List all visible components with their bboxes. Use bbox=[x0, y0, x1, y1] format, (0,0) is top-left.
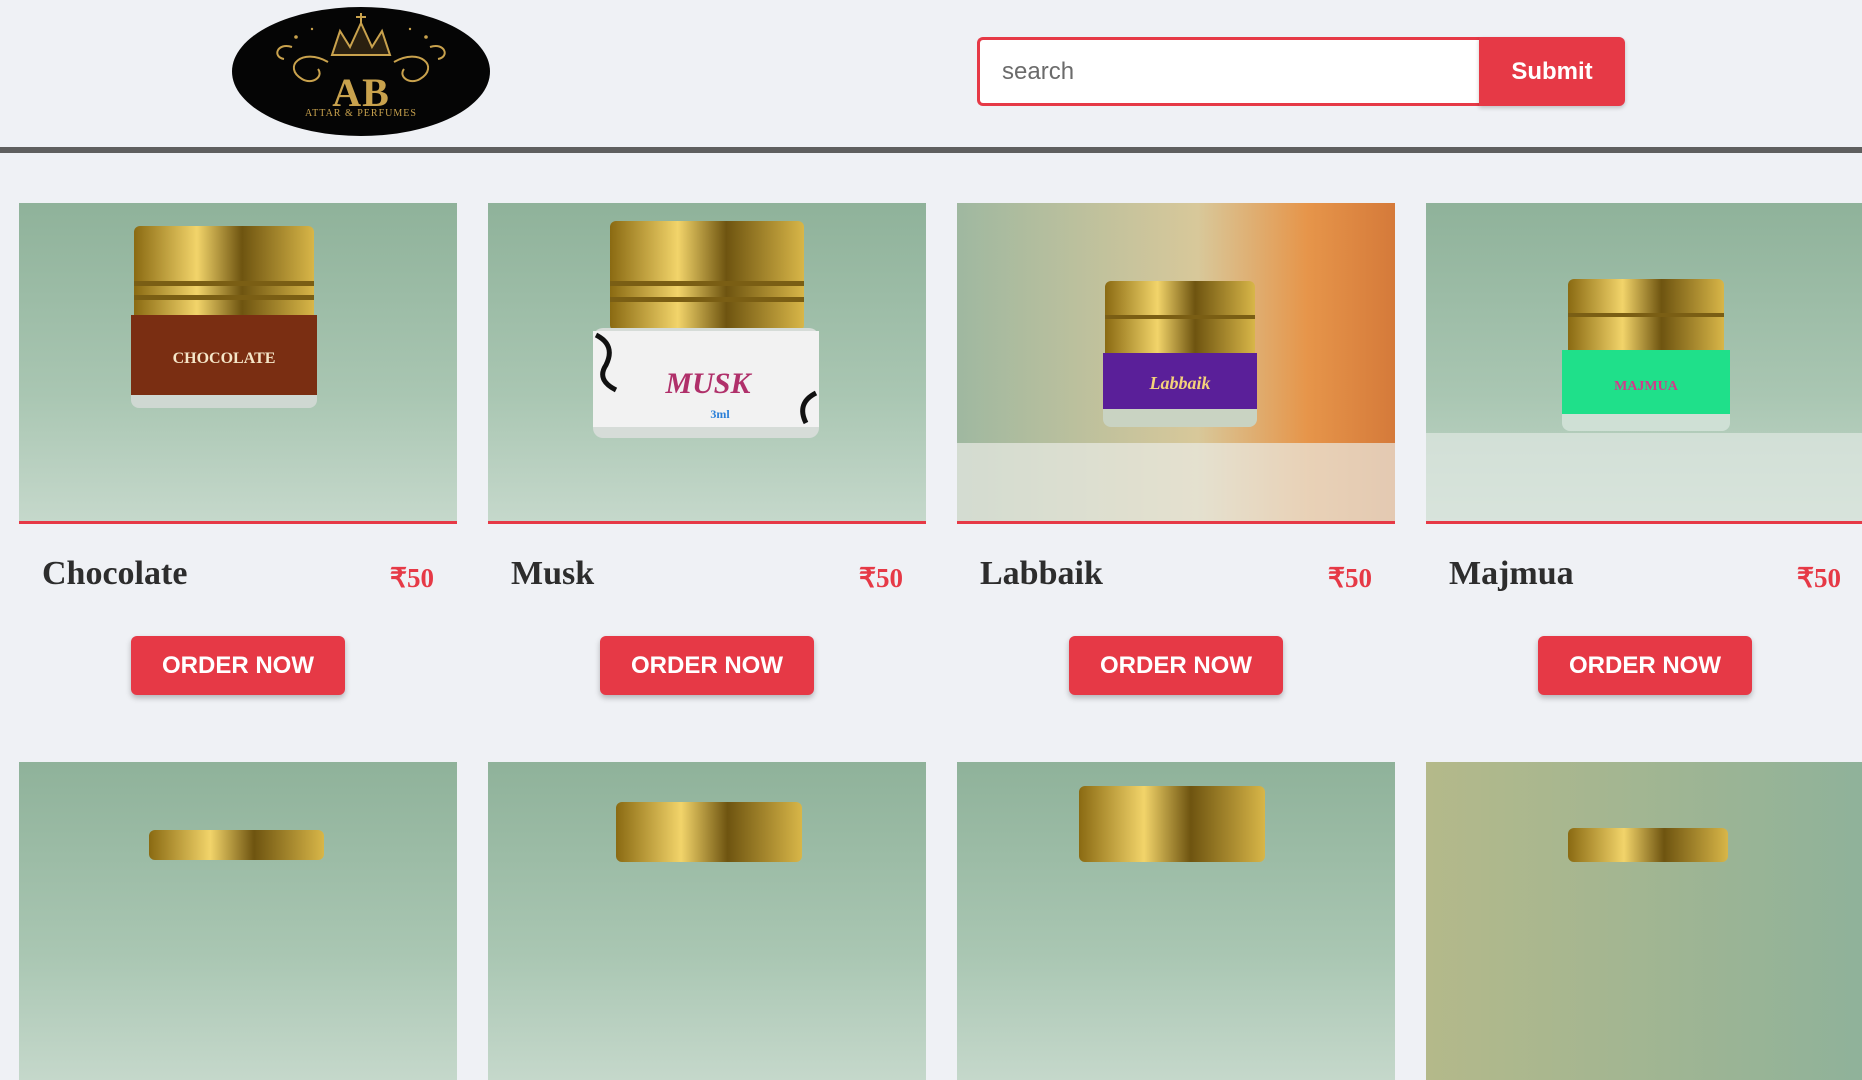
perfume-bottle-icon: MAJMUA bbox=[1426, 203, 1862, 521]
order-now-button[interactable]: ORDER NOW bbox=[1069, 636, 1283, 695]
svg-text:Labbaik: Labbaik bbox=[1149, 373, 1211, 393]
order-now-button[interactable]: ORDER NOW bbox=[1538, 636, 1752, 695]
product-card-row2-3 bbox=[957, 762, 1395, 1080]
perfume-bottle-icon bbox=[488, 762, 926, 1080]
brand-logo[interactable]: AB ATTAR & PERFUMES bbox=[232, 7, 490, 136]
perfume-bottle-icon: Labbaik bbox=[957, 203, 1395, 521]
search-input[interactable] bbox=[977, 37, 1479, 106]
product-image[interactable] bbox=[488, 762, 926, 1080]
svg-text:MAJMUA: MAJMUA bbox=[1614, 379, 1679, 394]
perfume-bottle-icon bbox=[957, 762, 1395, 1080]
product-image[interactable]: MUSK 3ml bbox=[488, 203, 926, 524]
svg-text:3ml: 3ml bbox=[710, 407, 730, 421]
perfume-bottle-icon bbox=[1426, 762, 1862, 1080]
product-price: ₹50 bbox=[389, 563, 434, 593]
product-image[interactable]: Labbaik bbox=[957, 203, 1395, 524]
product-image[interactable] bbox=[1426, 762, 1862, 1080]
product-image[interactable]: MAJMUA bbox=[1426, 203, 1862, 524]
order-now-button[interactable]: ORDER NOW bbox=[600, 636, 814, 695]
header-divider bbox=[0, 147, 1862, 153]
site-header: AB ATTAR & PERFUMES Submit bbox=[0, 0, 1862, 148]
product-card-row2-2 bbox=[488, 762, 926, 1080]
svg-text:MUSK: MUSK bbox=[664, 367, 752, 400]
product-price: ₹50 bbox=[858, 563, 903, 593]
submit-button[interactable]: Submit bbox=[1479, 37, 1625, 106]
product-name: Chocolate bbox=[42, 555, 188, 592]
product-name: Musk bbox=[511, 555, 595, 592]
svg-text:CHOCOLATE: CHOCOLATE bbox=[173, 350, 276, 367]
perfume-bottle-icon: MUSK 3ml bbox=[488, 203, 926, 521]
product-card-row2-1 bbox=[19, 762, 457, 1080]
product-image[interactable] bbox=[19, 762, 457, 1080]
product-card-row2-4 bbox=[1426, 762, 1862, 1080]
order-now-button[interactable]: ORDER NOW bbox=[131, 636, 345, 695]
product-price: ₹50 bbox=[1327, 563, 1372, 593]
product-price: ₹50 bbox=[1796, 563, 1841, 593]
product-name: Majmua bbox=[1449, 555, 1574, 592]
perfume-bottle-icon: CHOCOLATE bbox=[19, 203, 457, 521]
logo-tagline: ATTAR & PERFUMES bbox=[305, 108, 417, 119]
product-image[interactable] bbox=[957, 762, 1395, 1080]
product-name: Labbaik bbox=[980, 555, 1103, 592]
perfume-bottle-icon bbox=[19, 762, 457, 1080]
product-image[interactable]: CHOCOLATE bbox=[19, 203, 457, 524]
